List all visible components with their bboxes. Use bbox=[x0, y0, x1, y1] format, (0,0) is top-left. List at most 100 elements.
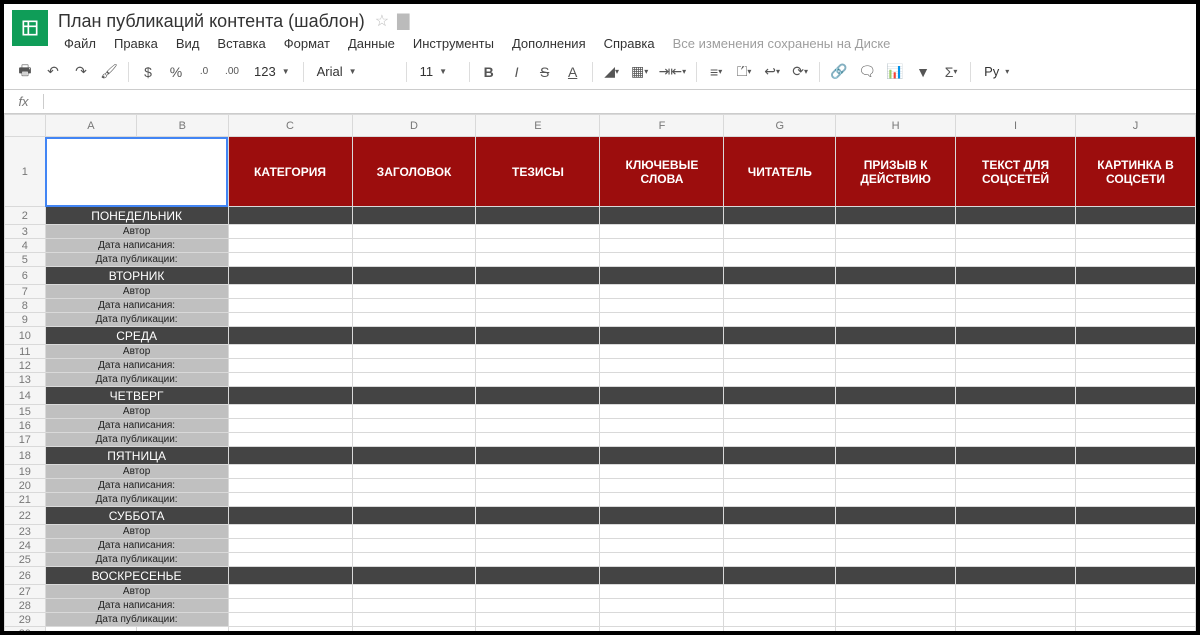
cell[interactable] bbox=[1076, 585, 1196, 599]
cell[interactable] bbox=[352, 507, 476, 525]
redo-icon[interactable]: ↷ bbox=[68, 59, 94, 85]
cell[interactable] bbox=[352, 553, 476, 567]
header-D[interactable]: ЗАГОЛОВОК bbox=[352, 137, 476, 207]
cell[interactable] bbox=[956, 225, 1076, 239]
cell[interactable] bbox=[600, 507, 724, 525]
cell[interactable] bbox=[228, 479, 352, 493]
meta-label[interactable]: Дата публикации: bbox=[45, 373, 228, 387]
cell[interactable] bbox=[476, 465, 600, 479]
cell[interactable] bbox=[836, 327, 956, 345]
cell[interactable] bbox=[956, 525, 1076, 539]
cell[interactable] bbox=[724, 613, 836, 627]
print-icon[interactable]: 🖶 bbox=[12, 59, 38, 85]
cell[interactable] bbox=[600, 405, 724, 419]
cell[interactable] bbox=[956, 239, 1076, 253]
cell[interactable] bbox=[476, 553, 600, 567]
borders-icon[interactable]: ▦▾ bbox=[627, 59, 653, 85]
cell[interactable] bbox=[956, 585, 1076, 599]
cell[interactable] bbox=[228, 327, 352, 345]
menu-help[interactable]: Справка bbox=[596, 34, 663, 53]
cell[interactable] bbox=[600, 627, 724, 632]
cell[interactable] bbox=[724, 479, 836, 493]
cell[interactable] bbox=[476, 327, 600, 345]
cell[interactable] bbox=[836, 207, 956, 225]
col-header-G[interactable]: G bbox=[724, 115, 836, 137]
cell[interactable] bbox=[956, 599, 1076, 613]
cell[interactable] bbox=[836, 567, 956, 585]
cell[interactable] bbox=[1076, 567, 1196, 585]
cell[interactable] bbox=[836, 585, 956, 599]
cell[interactable] bbox=[836, 539, 956, 553]
cell[interactable] bbox=[956, 613, 1076, 627]
cell[interactable] bbox=[228, 225, 352, 239]
row-header-6[interactable]: 6 bbox=[5, 267, 46, 285]
cell[interactable] bbox=[1076, 613, 1196, 627]
cell[interactable] bbox=[600, 539, 724, 553]
cell[interactable] bbox=[228, 465, 352, 479]
row-header-9[interactable]: 9 bbox=[5, 313, 46, 327]
row-header-7[interactable]: 7 bbox=[5, 285, 46, 299]
cell[interactable] bbox=[956, 447, 1076, 465]
cell[interactable] bbox=[724, 599, 836, 613]
col-header-C[interactable]: C bbox=[228, 115, 352, 137]
header-G[interactable]: ЧИТАТЕЛЬ bbox=[724, 137, 836, 207]
row-header-16[interactable]: 16 bbox=[5, 419, 46, 433]
row-header-19[interactable]: 19 bbox=[5, 465, 46, 479]
cell[interactable] bbox=[476, 419, 600, 433]
font-size[interactable]: 11▼ bbox=[413, 59, 463, 85]
cell[interactable] bbox=[836, 419, 956, 433]
meta-label[interactable]: Дата написания: bbox=[45, 539, 228, 553]
cell[interactable] bbox=[137, 627, 228, 632]
day-label[interactable]: ВТОРНИК bbox=[45, 267, 228, 285]
cell[interactable] bbox=[956, 479, 1076, 493]
cell[interactable] bbox=[600, 419, 724, 433]
cell[interactable] bbox=[352, 405, 476, 419]
cell[interactable] bbox=[600, 267, 724, 285]
chart-icon[interactable]: 📊 bbox=[882, 59, 908, 85]
cell[interactable] bbox=[956, 539, 1076, 553]
cell[interactable] bbox=[724, 405, 836, 419]
cell-A1[interactable] bbox=[45, 137, 228, 207]
cell[interactable] bbox=[600, 585, 724, 599]
cell[interactable] bbox=[724, 373, 836, 387]
format-percent[interactable]: % bbox=[163, 59, 189, 85]
menu-format[interactable]: Формат bbox=[276, 34, 338, 53]
cell[interactable] bbox=[476, 253, 600, 267]
cell[interactable] bbox=[228, 313, 352, 327]
cell[interactable] bbox=[724, 465, 836, 479]
cell[interactable] bbox=[1076, 493, 1196, 507]
cell[interactable] bbox=[600, 525, 724, 539]
cell[interactable] bbox=[724, 585, 836, 599]
header-C[interactable]: КАТЕГОРИЯ bbox=[228, 137, 352, 207]
cell[interactable] bbox=[836, 253, 956, 267]
cell[interactable] bbox=[228, 253, 352, 267]
cell[interactable] bbox=[476, 599, 600, 613]
cell[interactable] bbox=[228, 539, 352, 553]
cell[interactable] bbox=[352, 345, 476, 359]
cell[interactable] bbox=[476, 433, 600, 447]
cell[interactable] bbox=[956, 465, 1076, 479]
cell[interactable] bbox=[1076, 327, 1196, 345]
row-header-3[interactable]: 3 bbox=[5, 225, 46, 239]
header-E[interactable]: ТЕЗИСЫ bbox=[476, 137, 600, 207]
sheets-logo[interactable] bbox=[12, 10, 48, 46]
cell[interactable] bbox=[956, 267, 1076, 285]
cell[interactable] bbox=[956, 285, 1076, 299]
cell[interactable] bbox=[476, 493, 600, 507]
cell[interactable] bbox=[476, 239, 600, 253]
cell[interactable] bbox=[956, 345, 1076, 359]
cell[interactable] bbox=[724, 539, 836, 553]
strike-icon[interactable]: S bbox=[532, 59, 558, 85]
row-header-26[interactable]: 26 bbox=[5, 567, 46, 585]
cell[interactable] bbox=[600, 207, 724, 225]
cell[interactable] bbox=[352, 447, 476, 465]
cell[interactable] bbox=[724, 253, 836, 267]
select-all-corner[interactable] bbox=[5, 115, 46, 137]
cell[interactable] bbox=[956, 567, 1076, 585]
row-header-5[interactable]: 5 bbox=[5, 253, 46, 267]
cell[interactable] bbox=[476, 613, 600, 627]
cell[interactable] bbox=[724, 627, 836, 632]
cell[interactable] bbox=[724, 225, 836, 239]
cell[interactable] bbox=[600, 239, 724, 253]
cell[interactable] bbox=[836, 507, 956, 525]
